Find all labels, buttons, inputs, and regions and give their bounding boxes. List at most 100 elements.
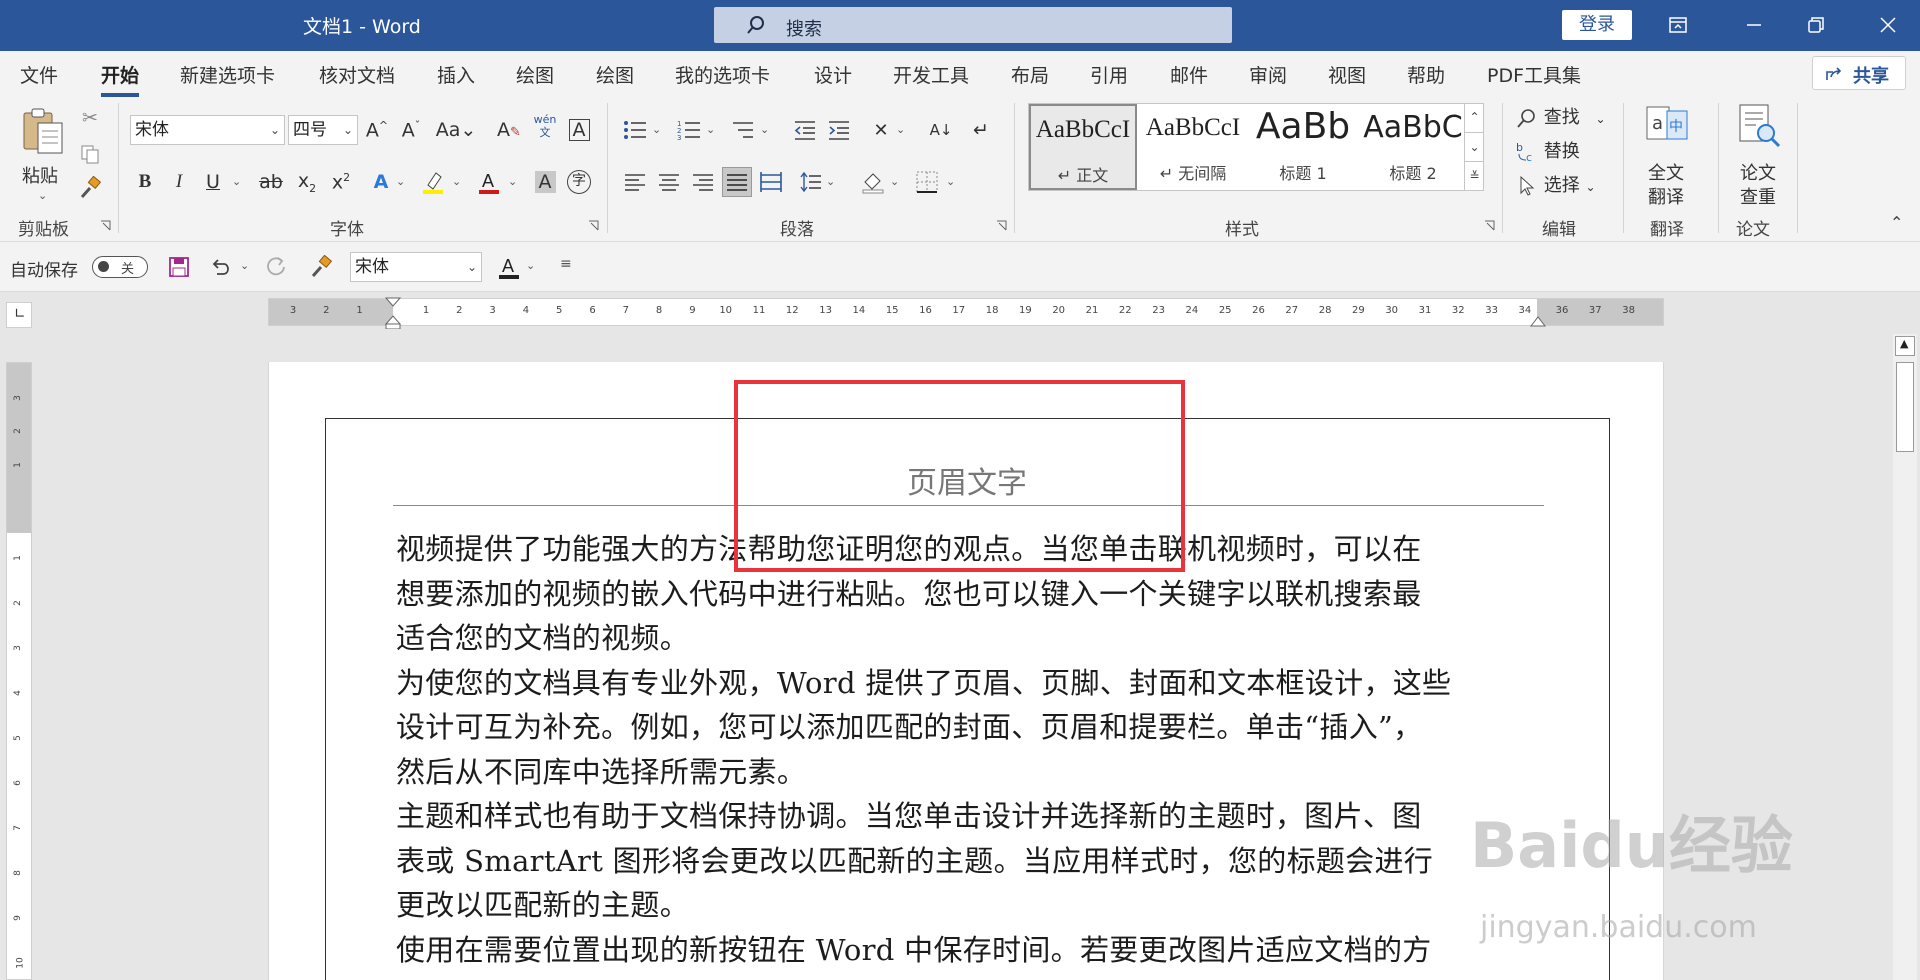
copy-button[interactable] xyxy=(75,139,105,169)
ribbon-display-options-button[interactable] xyxy=(1656,8,1700,42)
strikethrough-button[interactable]: ab xyxy=(256,167,286,197)
tab-draw-2[interactable]: 绘图 xyxy=(596,61,634,88)
undo-button[interactable] xyxy=(206,252,236,282)
tab-new-tab[interactable]: 新建选项卡 xyxy=(180,61,275,88)
font-name-combo[interactable]: 宋体 ⌄ xyxy=(130,115,285,145)
indent-marker-icon[interactable] xyxy=(385,297,401,329)
character-shading-button[interactable]: A xyxy=(530,167,560,197)
restore-button[interactable] xyxy=(1794,8,1838,42)
chevron-down-icon[interactable]: ⌄ xyxy=(240,259,249,272)
full-text-translate-button[interactable]: a中 全文 翻译 xyxy=(1636,103,1698,208)
styles-launcher-icon[interactable] xyxy=(1484,220,1496,232)
font-color-button[interactable]: A xyxy=(474,167,504,197)
align-right-button[interactable] xyxy=(688,167,718,197)
increase-indent-button[interactable] xyxy=(824,115,854,145)
redo-button[interactable] xyxy=(262,252,292,282)
font-launcher-icon[interactable] xyxy=(588,220,600,232)
italic-button[interactable]: I xyxy=(164,167,194,197)
qat-font-combo[interactable]: 宋体 ⌄ xyxy=(350,252,482,282)
document-page[interactable]: 页眉文字 视频提供了功能强大的方法帮助您证明您的观点。当您单击联机视频时，可以在… xyxy=(268,362,1664,980)
customize-qat-icon[interactable]: ≡ xyxy=(560,256,572,272)
text-effects-button[interactable]: A xyxy=(366,167,396,197)
gallery-scroll-down-button[interactable]: ⌄ xyxy=(1464,132,1484,161)
qat-font-color-button[interactable]: A xyxy=(494,252,524,282)
chevron-down-icon[interactable]: ⌄ xyxy=(760,123,769,136)
tab-references[interactable]: 引用 xyxy=(1090,61,1128,88)
paper-check-button[interactable]: 论文 查重 xyxy=(1728,103,1790,208)
distributed-button[interactable] xyxy=(756,167,786,197)
select-button[interactable]: 选择 ⌄ xyxy=(1516,171,1596,197)
vertical-scrollbar[interactable]: ▲ xyxy=(1893,334,1917,980)
paste-button[interactable]: 粘贴 ⌄ xyxy=(18,105,68,205)
tab-developer[interactable]: 开发工具 xyxy=(893,61,969,88)
tab-help[interactable]: 帮助 xyxy=(1407,61,1445,88)
tab-selector[interactable]: ∟ xyxy=(6,302,32,328)
grow-font-button[interactable]: A^ xyxy=(362,115,392,145)
sort-button[interactable]: A↓ xyxy=(926,115,956,145)
chevron-down-icon[interactable]: ⌄ xyxy=(896,123,905,136)
chevron-down-icon[interactable]: ⌄ xyxy=(826,175,835,188)
tab-insert[interactable]: 插入 xyxy=(437,61,475,88)
tab-pdf-tools[interactable]: PDF工具集 xyxy=(1487,61,1581,88)
document-body[interactable]: 视频提供了功能强大的方法帮助您证明您的观点。当您单击联机视频时，可以在 想要添加… xyxy=(396,527,1546,972)
login-button[interactable]: 登录 xyxy=(1562,10,1632,40)
tab-my-tab[interactable]: 我的选项卡 xyxy=(675,61,770,88)
chevron-down-icon[interactable]: ⌄ xyxy=(232,175,241,188)
chinese-layout-button[interactable]: ✕ xyxy=(866,115,896,145)
align-left-button[interactable] xyxy=(620,167,650,197)
style-heading-1[interactable]: AaBb 标题 1 xyxy=(1249,104,1357,190)
collapse-ribbon-icon[interactable]: ⌃ xyxy=(1890,213,1903,232)
chevron-down-icon[interactable]: ⌄ xyxy=(946,175,955,188)
tab-home[interactable]: 开始 xyxy=(101,61,140,97)
style-no-spacing[interactable]: AaBbCcI ↵ 无间隔 xyxy=(1139,104,1247,190)
chevron-down-icon[interactable]: ⌄ xyxy=(652,123,661,136)
tab-draw-1[interactable]: 绘图 xyxy=(516,61,554,88)
save-button[interactable] xyxy=(164,252,194,282)
font-size-combo[interactable]: 四号 ⌄ xyxy=(288,115,358,145)
style-normal[interactable]: AaBbCcI ↵ 正文 xyxy=(1029,104,1137,190)
shrink-font-button[interactable]: Aˇ xyxy=(396,115,426,145)
style-heading-2[interactable]: AaBbC 标题 2 xyxy=(1359,104,1467,190)
superscript-button[interactable]: x2 xyxy=(326,167,356,197)
phonetic-guide-button[interactable]: wén 文 xyxy=(530,111,560,141)
change-case-button[interactable]: Aa⌄ xyxy=(436,115,477,145)
tab-review[interactable]: 审阅 xyxy=(1249,61,1287,88)
justify-button[interactable] xyxy=(722,167,752,197)
vertical-ruler[interactable]: 3 2 1 1 2 3 4 5 6 7 8 9 10 xyxy=(6,362,32,980)
bold-button[interactable]: B xyxy=(130,167,160,197)
chevron-down-icon[interactable]: ⌄ xyxy=(526,259,535,272)
format-painter-button[interactable] xyxy=(75,173,105,203)
borders-button[interactable] xyxy=(912,167,942,197)
highlight-color-button[interactable] xyxy=(418,167,448,197)
cut-button[interactable]: ✂ xyxy=(75,103,105,133)
gallery-scroll-up-button[interactable]: ⌃ xyxy=(1464,103,1484,132)
tab-proofread[interactable]: 核对文档 xyxy=(319,61,395,88)
horizontal-ruler[interactable]: 321 1 2 3 4 5 6 7 8 9 10 11 12 13 14 15 16 17 18 19 20 21 22 2… xyxy=(268,297,1664,329)
enclose-characters-button[interactable]: 字 xyxy=(564,167,594,197)
chevron-down-icon[interactable]: ⌄ xyxy=(452,175,461,188)
scroll-up-button[interactable]: ▲ xyxy=(1895,336,1915,356)
close-button[interactable] xyxy=(1866,8,1910,42)
tab-file[interactable]: 文件 xyxy=(20,61,58,88)
tab-mailings[interactable]: 邮件 xyxy=(1170,61,1208,88)
tab-view[interactable]: 视图 xyxy=(1328,61,1366,88)
underline-button[interactable]: U xyxy=(198,167,228,197)
chevron-down-icon[interactable]: ⌄ xyxy=(396,175,405,188)
multilevel-list-button[interactable] xyxy=(728,115,758,145)
right-indent-marker-icon[interactable] xyxy=(1530,315,1546,327)
tab-layout[interactable]: 布局 xyxy=(1011,61,1049,88)
chevron-down-icon[interactable]: ⌄ xyxy=(890,175,899,188)
gallery-more-button[interactable]: ≚ xyxy=(1464,161,1484,190)
subscript-button[interactable]: x2 xyxy=(292,167,322,197)
format-painter-qat-button[interactable] xyxy=(306,252,336,282)
clipboard-launcher-icon[interactable] xyxy=(100,220,112,232)
align-center-button[interactable] xyxy=(654,167,684,197)
chevron-down-icon[interactable]: ⌄ xyxy=(706,123,715,136)
show-marks-button[interactable]: ↵ xyxy=(966,115,996,145)
decrease-indent-button[interactable] xyxy=(790,115,820,145)
autosave-toggle[interactable]: 关 xyxy=(92,256,148,278)
chevron-down-icon[interactable]: ⌄ xyxy=(508,175,517,188)
character-border-button[interactable]: A xyxy=(564,115,594,145)
share-button[interactable]: 共享 xyxy=(1812,56,1906,90)
paragraph-launcher-icon[interactable] xyxy=(996,220,1008,232)
